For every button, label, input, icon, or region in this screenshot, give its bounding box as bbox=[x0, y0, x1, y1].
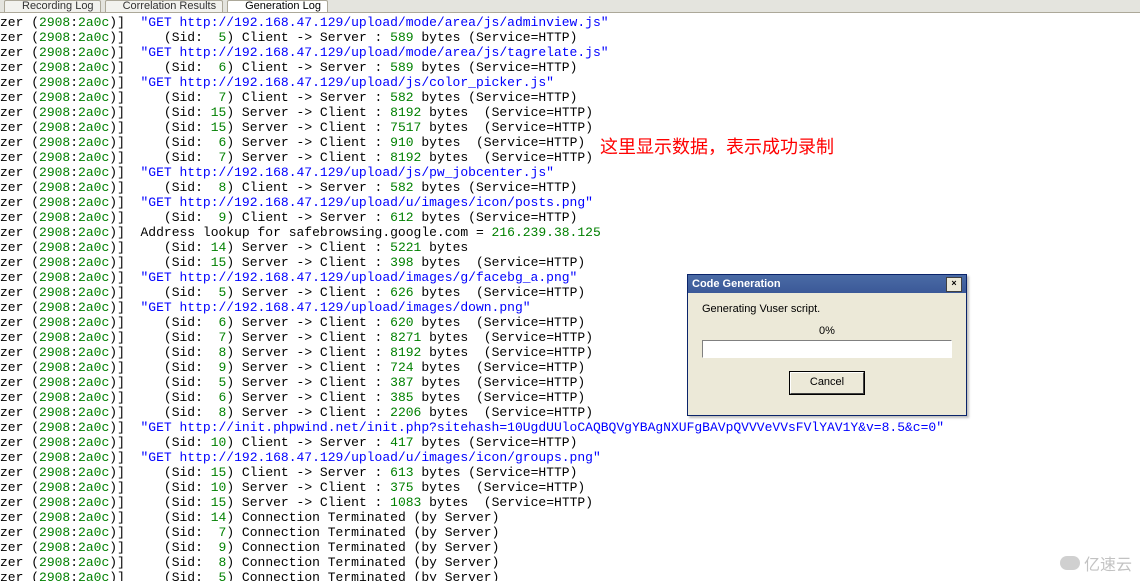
log-line: zer (2908:2a0c)] (Sid: 15) Server -> Cli… bbox=[0, 255, 1140, 270]
log-line: zer (2908:2a0c)] (Sid: 5) Client -> Serv… bbox=[0, 30, 1140, 45]
log-line: zer (2908:2a0c)] (Sid: 8) Server -> Clie… bbox=[0, 405, 1140, 420]
log-line: zer (2908:2a0c)] "GET http://192.168.47.… bbox=[0, 300, 1140, 315]
log-line: zer (2908:2a0c)] (Sid: 9) Client -> Serv… bbox=[0, 210, 1140, 225]
log-line: zer (2908:2a0c)] (Sid: 15) Client -> Ser… bbox=[0, 465, 1140, 480]
log-line: zer (2908:2a0c)] (Sid: 5) Server -> Clie… bbox=[0, 375, 1140, 390]
progress-percent: 0% bbox=[702, 325, 952, 337]
log-line: zer (2908:2a0c)] "GET http://192.168.47.… bbox=[0, 165, 1140, 180]
tab-label: Generation Log bbox=[245, 1, 321, 12]
log-line: zer (2908:2a0c)] (Sid: 7) Client -> Serv… bbox=[0, 90, 1140, 105]
tab-generation-log[interactable]: Generation Log bbox=[227, 0, 328, 12]
watermark: 亿速云 bbox=[1060, 551, 1132, 575]
log-line: zer (2908:2a0c)] (Sid: 7) Connection Ter… bbox=[0, 525, 1140, 540]
log-line: zer (2908:2a0c)] (Sid: 9) Connection Ter… bbox=[0, 540, 1140, 555]
log-line: zer (2908:2a0c)] (Sid: 15) Server -> Cli… bbox=[0, 105, 1140, 120]
log-line: zer (2908:2a0c)] (Sid: 5) Server -> Clie… bbox=[0, 285, 1140, 300]
log-pane[interactable]: zer (2908:2a0c)] "GET http://192.168.47.… bbox=[0, 13, 1140, 581]
annotation-text: 这里显示数据，表示成功录制 bbox=[600, 133, 834, 159]
log-line: zer (2908:2a0c)] (Sid: 8) Connection Ter… bbox=[0, 555, 1140, 570]
log-line: zer (2908:2a0c)] (Sid: 10) Server -> Cli… bbox=[0, 480, 1140, 495]
tab-correlation-results[interactable]: Correlation Results bbox=[105, 0, 224, 12]
dialog-title-text: Code Generation bbox=[692, 275, 781, 293]
tab-recording-log[interactable]: Recording Log bbox=[4, 0, 101, 12]
dialog-titlebar[interactable]: Code Generation × bbox=[688, 275, 966, 293]
tab-label: Correlation Results bbox=[123, 1, 217, 12]
close-icon[interactable]: × bbox=[946, 277, 962, 292]
cloud-icon bbox=[1060, 556, 1080, 570]
log-line: zer (2908:2a0c)] (Sid: 7) Server -> Clie… bbox=[0, 330, 1140, 345]
tab-label: Recording Log bbox=[22, 1, 94, 12]
log-line: zer (2908:2a0c)] (Sid: 15) Server -> Cli… bbox=[0, 120, 1140, 135]
cancel-button[interactable]: Cancel bbox=[790, 372, 864, 394]
log-line: zer (2908:2a0c)] (Sid: 9) Server -> Clie… bbox=[0, 360, 1140, 375]
list-icon bbox=[110, 3, 120, 11]
watermark-text: 亿速云 bbox=[1084, 551, 1132, 575]
log-line: zer (2908:2a0c)] (Sid: 7) Server -> Clie… bbox=[0, 150, 1140, 165]
gen-icon bbox=[232, 3, 242, 11]
log-line: zer (2908:2a0c)] "GET http://init.phpwin… bbox=[0, 420, 1140, 435]
log-line: zer (2908:2a0c)] (Sid: 8) Client -> Serv… bbox=[0, 180, 1140, 195]
log-line: zer (2908:2a0c)] (Sid: 15) Server -> Cli… bbox=[0, 495, 1140, 510]
log-line: zer (2908:2a0c)] "GET http://192.168.47.… bbox=[0, 270, 1140, 285]
record-icon bbox=[9, 3, 19, 11]
log-line: zer (2908:2a0c)] (Sid: 6) Server -> Clie… bbox=[0, 390, 1140, 405]
log-line: zer (2908:2a0c)] (Sid: 5) Connection Ter… bbox=[0, 570, 1140, 581]
tab-bar: Recording Log Correlation Results Genera… bbox=[0, 0, 1140, 13]
log-line: zer (2908:2a0c)] Address lookup for safe… bbox=[0, 225, 1140, 240]
dialog-body: Generating Vuser script. 0% Cancel bbox=[688, 293, 966, 402]
log-line: zer (2908:2a0c)] "GET http://192.168.47.… bbox=[0, 15, 1140, 30]
log-line: zer (2908:2a0c)] "GET http://192.168.47.… bbox=[0, 450, 1140, 465]
log-line: zer (2908:2a0c)] "GET http://192.168.47.… bbox=[0, 195, 1140, 210]
code-generation-dialog: Code Generation × Generating Vuser scrip… bbox=[687, 274, 967, 416]
log-line: zer (2908:2a0c)] (Sid: 14) Connection Te… bbox=[0, 510, 1140, 525]
log-line: zer (2908:2a0c)] "GET http://192.168.47.… bbox=[0, 75, 1140, 90]
log-line: zer (2908:2a0c)] (Sid: 6) Client -> Serv… bbox=[0, 60, 1140, 75]
log-line: zer (2908:2a0c)] "GET http://192.168.47.… bbox=[0, 45, 1140, 60]
log-line: zer (2908:2a0c)] (Sid: 8) Server -> Clie… bbox=[0, 345, 1140, 360]
log-line: zer (2908:2a0c)] (Sid: 14) Server -> Cli… bbox=[0, 240, 1140, 255]
log-line: zer (2908:2a0c)] (Sid: 6) Server -> Clie… bbox=[0, 315, 1140, 330]
progress-bar bbox=[702, 340, 952, 358]
dialog-message: Generating Vuser script. bbox=[702, 303, 952, 315]
log-line: zer (2908:2a0c)] (Sid: 10) Client -> Ser… bbox=[0, 435, 1140, 450]
log-line: zer (2908:2a0c)] (Sid: 6) Server -> Clie… bbox=[0, 135, 1140, 150]
